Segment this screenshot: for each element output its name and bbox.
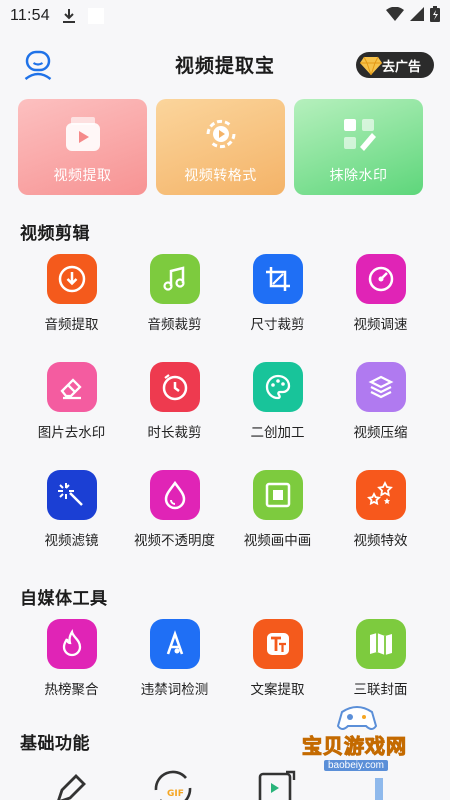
tool-label: 视频不透明度 [134, 533, 215, 549]
gif-label: GIF [167, 789, 184, 799]
tool-video-speed[interactable]: 视频调速 [329, 254, 432, 362]
tool-label: 三联封面 [353, 682, 408, 698]
status-time: 11:54 [10, 7, 50, 24]
tool-remix[interactable]: 二创加工 [226, 362, 329, 470]
notification-placeholder-icon [87, 8, 104, 24]
feature-label: 抹除水印 [329, 168, 388, 184]
watermark-remove-icon [338, 113, 380, 155]
tool-banned-words[interactable]: 违禁词检测 [123, 619, 226, 727]
tool-video-opacity[interactable]: 视频不透明度 [123, 470, 226, 578]
signal-icon [410, 7, 424, 25]
tool-audio-extract[interactable]: 音频提取 [20, 254, 123, 362]
feature-watermark-remove[interactable]: 抹除水印 [294, 99, 423, 195]
download-icon [62, 8, 76, 24]
music-note-icon [149, 254, 200, 304]
tool-label: 视频滤镜 [44, 533, 99, 549]
app-header: 视频提取宝 去广告 [0, 32, 450, 96]
layers-icon [355, 362, 406, 412]
tool-label: 视频画中画 [243, 533, 312, 549]
map-fold-icon [355, 619, 406, 669]
flame-icon [46, 619, 97, 669]
section-title-media-tools: 自媒体工具 [20, 589, 108, 609]
tool-image-watermark[interactable]: 图片去水印 [20, 362, 123, 470]
tool-label: 文案提取 [250, 682, 305, 698]
stars-icon [355, 470, 406, 520]
tool-label: 音频提取 [44, 317, 99, 333]
remove-ads-button[interactable]: 去广告 [356, 52, 434, 78]
watermark-text: 宝贝游戏网 [302, 734, 407, 759]
drop-icon [149, 470, 200, 520]
tool-label: 视频压缩 [353, 425, 408, 441]
video-edit-grid: 音频提取 音频裁剪 尺寸裁剪 视频调速 图片去水印 时长裁剪 二创加工 视频压缩… [0, 254, 450, 578]
status-bar: 11:54 [0, 0, 450, 32]
tool-label: 音频裁剪 [147, 317, 202, 333]
text-check-icon [149, 619, 200, 669]
tool-label: 图片去水印 [37, 425, 106, 441]
watermark-url: baobeiy.com [324, 760, 388, 771]
page-title: 视频提取宝 [174, 54, 275, 77]
battery-icon [430, 6, 440, 26]
crop-icon [252, 254, 303, 304]
diamond-icon [360, 55, 382, 77]
feature-cards: 视频提取 视频转格式 抹除水印 [0, 96, 450, 195]
palette-icon [252, 362, 303, 412]
feature-video-extract[interactable]: 视频提取 [18, 99, 147, 195]
tool-video-effects[interactable]: 视频特效 [329, 470, 432, 578]
audio-extract-icon [46, 254, 97, 304]
text-extract-icon [252, 619, 303, 669]
picture-in-picture-icon [252, 470, 303, 520]
magic-wand-icon [46, 470, 97, 520]
site-watermark: 宝贝游戏网 baobeiy.com [302, 702, 414, 794]
speed-dial-icon [355, 254, 406, 304]
tool-size-crop[interactable]: 尺寸裁剪 [226, 254, 329, 362]
video-convert-icon [200, 113, 242, 155]
tool-label: 热榜聚合 [44, 682, 99, 698]
wifi-icon [386, 6, 404, 25]
feature-label: 视频转格式 [184, 168, 257, 184]
eraser-icon [46, 362, 97, 412]
tool-label: 时长裁剪 [147, 425, 202, 441]
gif-icon[interactable]: GIF [150, 768, 196, 800]
tool-label: 视频调速 [353, 317, 408, 333]
tool-label: 二创加工 [250, 425, 305, 441]
profile-avatar-icon[interactable] [24, 50, 52, 81]
feature-video-convert[interactable]: 视频转格式 [156, 99, 285, 195]
tool-hot-list[interactable]: 热榜聚合 [20, 619, 123, 727]
video-export-icon[interactable] [256, 768, 298, 800]
remove-ads-label: 去广告 [382, 59, 422, 75]
tool-audio-trim[interactable]: 音频裁剪 [123, 254, 226, 362]
video-extract-icon [62, 113, 104, 155]
tool-picture-in-picture[interactable]: 视频画中画 [226, 470, 329, 578]
tool-video-compress[interactable]: 视频压缩 [329, 362, 432, 470]
tool-label: 尺寸裁剪 [250, 317, 305, 333]
feature-label: 视频提取 [53, 168, 112, 184]
timer-icon [149, 362, 200, 412]
pen-icon[interactable] [50, 768, 90, 800]
section-title-video-edit: 视频剪辑 [20, 224, 90, 244]
tool-video-filter[interactable]: 视频滤镜 [20, 470, 123, 578]
tool-duration-trim[interactable]: 时长裁剪 [123, 362, 226, 470]
tool-label: 视频特效 [353, 533, 408, 549]
tool-label: 违禁词检测 [140, 682, 209, 698]
